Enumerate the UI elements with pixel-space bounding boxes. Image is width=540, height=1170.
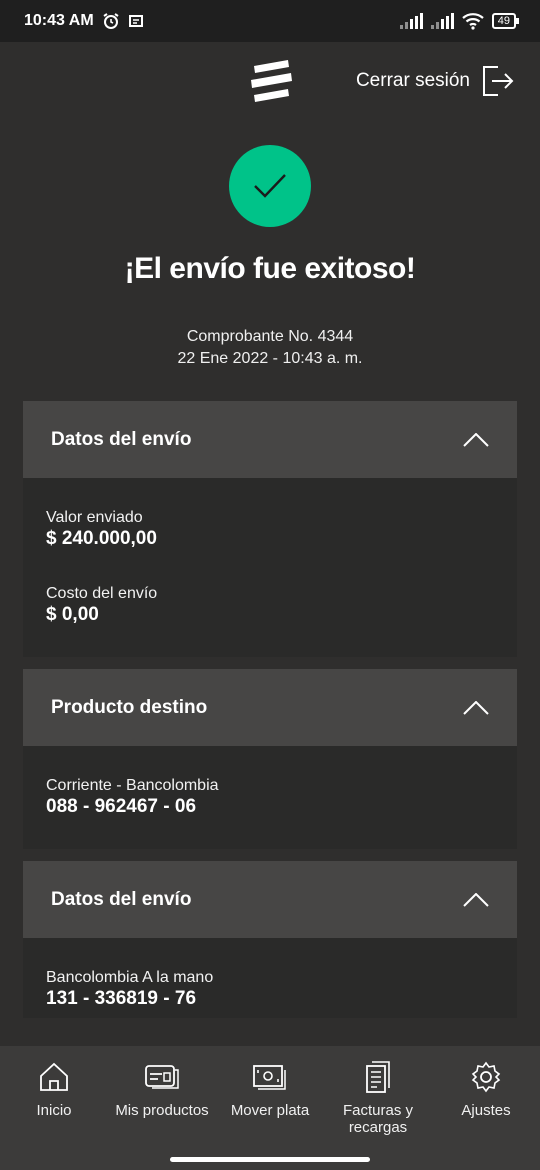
item-label: Valor enviado [46, 509, 143, 526]
card-title: Datos del envío [51, 428, 192, 450]
chevron-up-icon [463, 700, 489, 715]
nav-move-money[interactable]: Mover plata [220, 1060, 320, 1119]
receipt-info: Comprobante No. 4344 22 Ene 2022 - 10:43… [0, 326, 540, 370]
item-value: 131 - 336819 - 76 [46, 988, 197, 1009]
logout-button[interactable]: Cerrar sesión [356, 64, 514, 98]
shipment-data-header[interactable]: Datos del envío [23, 401, 517, 478]
card-title: Producto destino [51, 696, 208, 718]
top-bar: Cerrar sesión [0, 42, 540, 120]
nav-settings[interactable]: Ajustes [436, 1060, 536, 1119]
nav-move-money-label: Mover plata [230, 1102, 310, 1119]
amount-sent: Valor enviado $ 240.000,00 [46, 508, 494, 550]
item-label: Costo del envío [46, 585, 158, 602]
card-icon [112, 1060, 212, 1094]
chevron-up-icon [463, 432, 489, 447]
gear-icon [436, 1060, 536, 1094]
destination-account: Corriente - Bancolombia 088 - 962467 - 0… [46, 776, 494, 818]
status-bar: 10:43 AM 49 [0, 0, 540, 42]
logout-icon [483, 66, 514, 96]
origin-data-card: Datos del envío Bancolombia A la mano 13… [23, 861, 517, 1018]
home-icon [4, 1060, 104, 1094]
status-right: 49 [399, 12, 520, 30]
nav-products[interactable]: Mis productos [112, 1060, 212, 1119]
item-label: Corriente - Bancolombia [46, 777, 219, 794]
battery-icon: 49 [491, 13, 520, 29]
alarm-icon [103, 13, 119, 29]
item-value: $ 0,00 [46, 604, 99, 625]
destination-product-card: Producto destino Corriente - Bancolombia… [23, 669, 517, 849]
bottom-nav: Inicio Mis productos Mover plata Factura… [0, 1046, 540, 1170]
nav-bills[interactable]: Facturas y recargas [328, 1060, 428, 1136]
document-icon [328, 1060, 428, 1094]
destination-product-header[interactable]: Producto destino [23, 669, 517, 746]
card-body: Bancolombia A la mano 131 - 336819 - 76 [23, 938, 517, 1010]
status-left: 10:43 AM [24, 12, 144, 30]
item-label: Bancolombia A la mano [46, 969, 214, 986]
notification-icon [128, 15, 143, 27]
shipment-data-card: Datos del envío Valor enviado $ 240.000,… [23, 401, 517, 657]
chevron-up-icon [463, 892, 489, 907]
receipt-number: Comprobante No. 4344 [186, 328, 354, 345]
signal-icon-2 [430, 13, 454, 29]
shipping-cost: Costo del envío $ 0,00 [46, 584, 494, 626]
item-value: $ 240.000,00 [46, 528, 157, 549]
nav-settings-label: Ajustes [461, 1102, 511, 1119]
logout-label: Cerrar sesión [355, 70, 470, 91]
origin-data-header[interactable]: Datos del envío [23, 861, 517, 938]
item-value: 088 - 962467 - 06 [46, 796, 197, 817]
card-title: Datos del envío [51, 888, 192, 910]
nav-bills-label: Facturas y recargas [342, 1102, 414, 1136]
nav-home-label: Inicio [36, 1102, 72, 1119]
success-check-icon [229, 145, 311, 227]
bancolombia-logo [251, 60, 292, 102]
signal-icon [399, 13, 423, 29]
nav-home[interactable]: Inicio [4, 1060, 104, 1119]
wifi-icon [462, 13, 484, 30]
success-title: ¡El envío fue exitoso! [124, 252, 416, 285]
card-body: Valor enviado $ 240.000,00 Costo del env… [23, 478, 517, 626]
card-body: Corriente - Bancolombia 088 - 962467 - 0… [23, 746, 517, 818]
nav-products-label: Mis productos [115, 1102, 209, 1119]
origin-account: Bancolombia A la mano 131 - 336819 - 76 [46, 968, 494, 1010]
status-time: 10:43 AM [24, 12, 94, 29]
receipt-datetime: 22 Ene 2022 - 10:43 a. m. [177, 350, 363, 367]
money-icon [220, 1060, 320, 1094]
home-indicator[interactable] [170, 1157, 370, 1162]
